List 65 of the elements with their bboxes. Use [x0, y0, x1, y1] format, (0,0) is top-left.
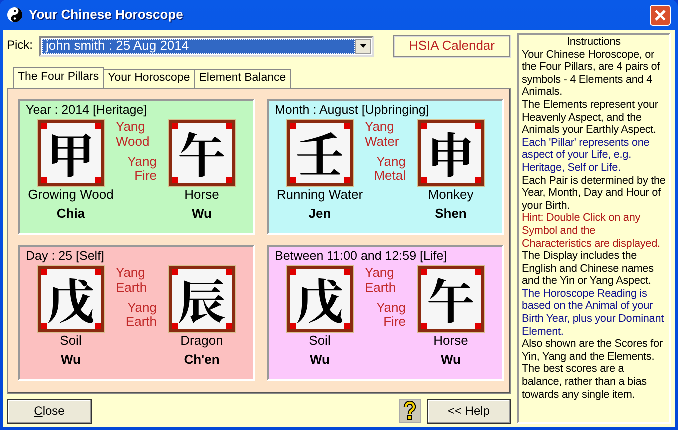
tab[interactable]: The Four Pillars	[13, 67, 104, 88]
pillar-title: Between 11:00 and 12:59 [Life]	[275, 249, 448, 264]
element-name: Running Water	[276, 188, 364, 204]
character-tile[interactable]: 戊	[38, 266, 104, 332]
character-tile[interactable]: 甲	[38, 120, 104, 186]
caret-icon[interactable]	[360, 44, 367, 48]
character-tile[interactable]: 申	[418, 120, 484, 186]
instruction-text: Each Pair is determined by the Year, Month, Day and Hour of your Birth.	[522, 174, 666, 212]
instruction-text: The Elements represent your Heavenly Aspect, and the Animals your Earthly Aspect.	[522, 98, 660, 137]
character-tile[interactable]: 午	[418, 266, 484, 332]
aspect-label: Yang Fire	[128, 154, 157, 184]
instruction-text: Hint: Double Click on any Symbol and the Characteristics are displayed.	[522, 212, 662, 250]
animal-name: Horse	[184, 188, 220, 204]
animal-name: Dragon	[180, 334, 224, 350]
pinyin-name: Wu	[192, 207, 212, 222]
element-name: Soil	[309, 334, 331, 350]
chinese-character: 甲	[46, 129, 95, 178]
person-dropdown[interactable]: john smith : 25 Aug 2014	[39, 36, 374, 56]
calendar-label: HSIA Calendar	[393, 34, 511, 58]
window-title: Your Chinese Horoscope	[29, 8, 184, 22]
character-tile[interactable]: 午	[169, 120, 235, 186]
instruction-text: The Horoscope Reading is based on the Animal of your Birth Year, plus your Dominant Element.	[522, 288, 666, 338]
aspect-label: Yang Earth	[365, 266, 396, 295]
aspect-label: Yang Water	[365, 120, 400, 149]
instruction-text: Also shown are the Scores for Yin, Yang and the Elements. The best scores are a balance, rather than a bias towards any single item.	[522, 338, 664, 402]
instruction-text: The Display includes the English and Chinese names and the Yin or Yang Aspect.	[522, 250, 655, 288]
pinyin-name: Wu	[441, 353, 461, 368]
pillar-title: Month : August [Upbringing]	[275, 103, 430, 118]
animal-name: Horse	[434, 334, 468, 350]
chinese-character: 戊	[46, 275, 95, 324]
chinese-character: 辰	[178, 275, 226, 324]
character-tile[interactable]: 辰	[169, 266, 235, 332]
pinyin-name: Ch'en	[184, 353, 220, 368]
pillar-title: Year : 2014 [Heritage]	[26, 103, 148, 118]
element-name: Growing Wood	[28, 188, 114, 204]
instruction-text: Your Chinese Horoscope, or the Four Pillars, are 4 pairs of symbols - 4 Elements and 4 Animals.	[522, 48, 662, 99]
animal-name: Monkey	[428, 188, 474, 204]
chinese-character: 申	[426, 129, 475, 178]
close-icon[interactable]	[650, 4, 671, 26]
pillar-title: Day : 25 [Self]	[26, 249, 106, 264]
aspect-label: Yang Earth	[126, 300, 157, 330]
pinyin-name: Jen	[308, 207, 332, 222]
pinyin-name: Shen	[435, 207, 467, 222]
yin-yang-icon	[7, 7, 23, 23]
help-icon[interactable]	[399, 399, 421, 423]
character-tile[interactable]: 戊	[287, 266, 353, 332]
close-button[interactable]: Close	[7, 398, 92, 424]
pinyin-name: Wu	[310, 353, 330, 368]
aspect-label: Yang Wood	[116, 120, 150, 149]
pick-label: Pick:	[7, 39, 34, 53]
chinese-character: 午	[178, 129, 226, 178]
element-name: Soil	[60, 334, 82, 350]
aspect-label: Yang Metal	[374, 154, 406, 184]
character-tile[interactable]: 壬	[287, 120, 353, 186]
instructions-title: Instructions	[566, 36, 622, 49]
chinese-character: 戊	[296, 275, 344, 324]
chinese-character: 壬	[296, 129, 344, 178]
tab[interactable]: Element Balance	[194, 69, 292, 88]
aspect-label: Yang Fire	[376, 300, 406, 330]
aspect-label: Yang Earth	[116, 266, 148, 295]
chinese-character: 午	[426, 275, 475, 324]
help-button[interactable]: << Help	[427, 398, 511, 424]
pinyin-name: Wu	[61, 353, 81, 368]
instruction-text: Each 'Pillar' represents one aspect of your Life, e.g. Heritage, Self or Life.	[522, 136, 651, 175]
pinyin-name: Chia	[56, 207, 86, 222]
